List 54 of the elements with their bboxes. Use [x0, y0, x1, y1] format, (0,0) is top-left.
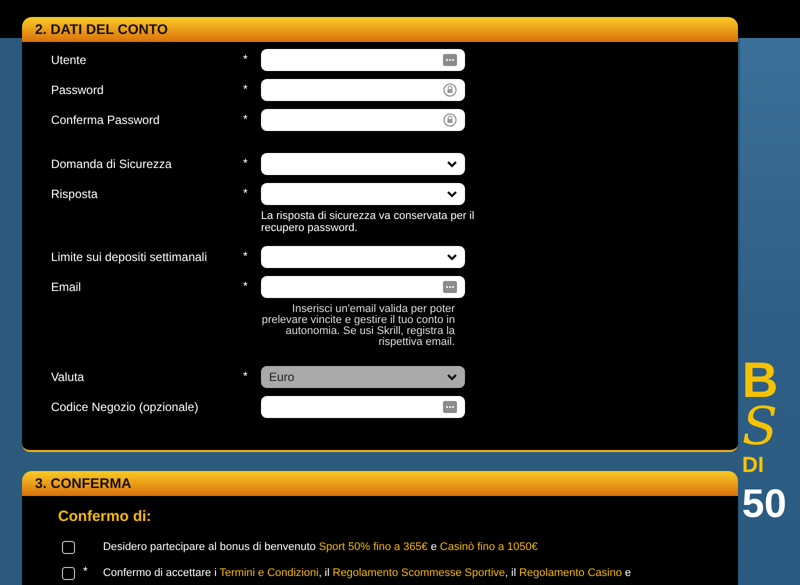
field-note: Inserisci un'email valida per poter prelevare vincite e gestire il tuo conto in autonomia. Se usi Skrill, registra la rispettiva email. [260, 304, 455, 348]
required-asterisk: * [242, 52, 248, 66]
field-note: La risposta di sicurezza va conservata per il recupero password. [260, 210, 476, 234]
confirm-heading: Confermo di: [58, 508, 152, 526]
chevron-down-icon [446, 374, 457, 380]
select-field[interactable] [260, 153, 465, 175]
required-asterisk: * [242, 279, 248, 293]
required-asterisk: * [82, 564, 88, 578]
field-label: Utente [50, 53, 86, 67]
consent-text: Desidero partecipare al bonus di benvenuto Sport 50% fino a 365€ e Casinò fino a 1050€ [102, 540, 538, 555]
required-asterisk: * [242, 112, 248, 126]
lock-icon [442, 113, 457, 127]
required-asterisk: * [242, 156, 248, 170]
field-label: Password [50, 83, 104, 97]
field-label: Valuta [50, 370, 84, 384]
field-label: Limite sui depositi settimanali [50, 250, 208, 264]
field-label: Conferma Password [50, 113, 160, 127]
consent-text: Confermo di accettare i Termini e Condizioni, il Regolamento Scommesse Sportive, il Regolamento Casino e [102, 566, 632, 581]
terms-link[interactable]: Regolamento Casino [519, 566, 622, 579]
dots-icon [442, 281, 457, 293]
field-label: Codice Negozio (opzionale) [50, 400, 198, 414]
password-field[interactable] [260, 109, 465, 131]
required-asterisk: * [242, 369, 248, 383]
password-field[interactable] [260, 79, 465, 101]
required-asterisk: * [242, 249, 248, 263]
required-asterisk: * [242, 82, 248, 96]
lock-icon [442, 83, 457, 97]
banner-text: S [742, 404, 778, 450]
field-label: Email [50, 280, 81, 294]
dots-icon [442, 401, 457, 413]
field-label: Risposta [50, 187, 98, 201]
field-label: Domanda di Sicurezza [50, 157, 172, 171]
checkbox[interactable] [62, 566, 75, 580]
banner-text: B [742, 356, 778, 404]
chevron-down-icon [446, 160, 457, 168]
terms-link[interactable]: Casinò fino a 1050€ [440, 540, 538, 553]
select-value: Euro [268, 369, 294, 386]
input-field[interactable] [260, 396, 465, 418]
checkbox[interactable] [62, 540, 75, 554]
banner-text: DI [742, 452, 764, 478]
section-title: 3. CONFERMA [34, 474, 132, 493]
select-field[interactable] [260, 246, 465, 268]
chevron-down-icon [446, 254, 457, 260]
banner-text: 50 [742, 482, 786, 526]
required-asterisk: * [242, 186, 248, 200]
select-field[interactable] [260, 183, 465, 205]
terms-link[interactable]: Regolamento Scommesse Sportive [332, 566, 506, 579]
input-field[interactable] [260, 49, 465, 71]
terms-link[interactable]: Termini e Condizioni [220, 566, 319, 579]
terms-link[interactable]: Sport 50% fino a 365€ [318, 540, 428, 553]
dots-icon [442, 54, 457, 66]
input-field[interactable] [260, 276, 465, 298]
section-title: 2. DATI DEL CONTO [34, 20, 168, 39]
chevron-down-icon [446, 190, 457, 198]
